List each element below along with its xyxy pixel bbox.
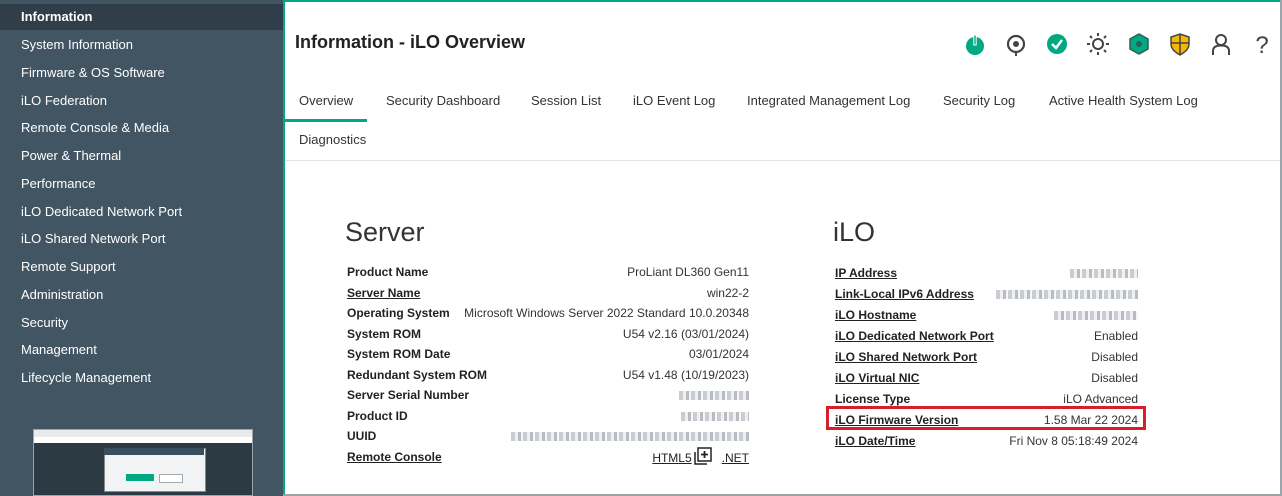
- overview-content: Server Product Name ProLiant DL360 Gen11…: [285, 161, 1280, 494]
- sidebar-item-power-thermal[interactable]: Power & Thermal: [0, 143, 283, 169]
- server-row-uuid: UUID: [347, 426, 749, 446]
- sidebar-item-remote-support[interactable]: Remote Support: [0, 254, 283, 280]
- row-label: Product ID: [347, 409, 408, 423]
- power-icon[interactable]: [960, 30, 990, 60]
- server-row-system-rom-date: System ROM Date 03/01/2024: [347, 344, 749, 364]
- row-value: Enabled: [1093, 329, 1138, 343]
- redacted-value: [1070, 263, 1138, 283]
- tab-security-log[interactable]: Security Log: [929, 82, 1029, 120]
- remote-console-thumbnail[interactable]: [33, 429, 253, 496]
- tab-session-list[interactable]: Session List: [517, 82, 615, 120]
- remote-console-link[interactable]: Remote Console: [347, 447, 442, 467]
- locate-icon[interactable]: [1001, 30, 1031, 60]
- server-row-operating-system: Operating System Microsoft Windows Serve…: [347, 303, 749, 323]
- tab-overview[interactable]: Overview: [285, 82, 368, 122]
- ilo-dedicated-network-port-link[interactable]: iLO Dedicated Network Port: [835, 326, 994, 346]
- row-label: System ROM: [347, 327, 422, 341]
- row-value: ProLiant DL360 Gen11: [627, 265, 749, 279]
- ip-address-link[interactable]: IP Address: [835, 263, 897, 283]
- server-row-server-name: Server Name win22-2: [347, 283, 749, 303]
- redacted-value: [679, 385, 749, 405]
- sidebar-item-ilo-dedicated-network-port[interactable]: iLO Dedicated Network Port: [0, 199, 283, 225]
- server-row-remote-console: Remote Console HTML5 .NET: [347, 447, 749, 467]
- row-label: Redundant System ROM: [347, 368, 488, 382]
- redacted-value: [1054, 305, 1138, 325]
- row-label: Product Name: [347, 265, 429, 279]
- sidebar-item-information[interactable]: Information: [0, 4, 283, 30]
- row-value: U54 v2.16 (03/01/2024): [622, 327, 749, 341]
- tab-ilo-event-log[interactable]: iLO Event Log: [619, 82, 729, 120]
- help-icon[interactable]: ?: [1247, 30, 1277, 60]
- server-row-system-rom: System ROM U54 v2.16 (03/01/2024): [347, 324, 749, 344]
- tab-active-health-system-log[interactable]: Active Health System Log: [1035, 82, 1212, 120]
- server-section-title: Server: [345, 217, 425, 247]
- row-label: Operating System: [347, 306, 450, 320]
- row-value: 03/01/2024: [688, 347, 749, 361]
- row-value: win22-2: [706, 286, 749, 300]
- row-value: Disabled: [1091, 350, 1138, 364]
- health-check-icon[interactable]: [1042, 30, 1072, 60]
- ilo-section-title: iLO: [833, 217, 876, 247]
- ilo-row-virtual-nic: iLO Virtual NIC Disabled: [835, 368, 1138, 388]
- security-shield-icon[interactable]: [1165, 30, 1195, 60]
- sidebar-item-administration[interactable]: Administration: [0, 282, 283, 308]
- ilo-hostname-link[interactable]: iLO Hostname: [835, 305, 916, 325]
- firmware-version-highlight: [826, 406, 1146, 430]
- redacted-value: [681, 406, 749, 426]
- row-value: Microsoft Windows Server 2022 Standard 1…: [464, 306, 749, 320]
- sidebar-item-ilo-federation[interactable]: iLO Federation: [0, 88, 283, 114]
- user-icon[interactable]: [1206, 30, 1236, 60]
- sidebar-item-system-information[interactable]: System Information: [0, 32, 283, 58]
- ilo-date-time-link[interactable]: iLO Date/Time: [835, 431, 915, 451]
- tab-bar: Overview Security Dashboard Session List…: [285, 82, 1280, 160]
- html5-console-link[interactable]: HTML5: [652, 451, 691, 465]
- ilo-shared-network-port-link[interactable]: iLO Shared Network Port: [835, 347, 977, 367]
- row-value: U54 v1.48 (10/19/2023): [622, 368, 749, 382]
- redacted-value: [511, 426, 749, 446]
- row-value: Disabled: [1091, 371, 1138, 385]
- sidebar-item-performance[interactable]: Performance: [0, 171, 283, 197]
- tab-integrated-management-log[interactable]: Integrated Management Log: [733, 82, 924, 120]
- sidebar-item-management[interactable]: Management: [0, 337, 283, 363]
- tab-diagnostics[interactable]: Diagnostics: [285, 121, 380, 159]
- ilo-row-shared-network-port: iLO Shared Network Port Disabled: [835, 347, 1138, 367]
- row-label: System ROM Date: [347, 347, 451, 361]
- sidebar-item-lifecycle-management[interactable]: Lifecycle Management: [0, 365, 283, 391]
- net-console-link[interactable]: .NET: [722, 451, 749, 465]
- remote-console-launchers: HTML5 .NET: [652, 447, 749, 471]
- hexagon-status-icon[interactable]: [1124, 30, 1154, 60]
- ilo-row-dedicated-network-port: iLO Dedicated Network Port Enabled: [835, 326, 1138, 346]
- uid-light-icon[interactable]: [1083, 30, 1113, 60]
- server-row-product-id: Product ID: [347, 406, 749, 426]
- ilo-row-link-local-ipv6: Link-Local IPv6 Address: [835, 284, 1138, 304]
- tab-security-dashboard[interactable]: Security Dashboard: [372, 82, 514, 120]
- sidebar-item-firmware-os-software[interactable]: Firmware & OS Software: [0, 60, 283, 86]
- ilo-row-ip-address: IP Address: [835, 263, 1138, 283]
- top-accent-line: [283, 0, 1282, 2]
- ilo-row-date-time: iLO Date/Time Fri Nov 8 05:18:49 2024: [835, 431, 1138, 451]
- redacted-value: [996, 284, 1138, 304]
- server-name-link[interactable]: Server Name: [347, 283, 420, 303]
- sidebar-item-remote-console-media[interactable]: Remote Console & Media: [0, 115, 283, 141]
- row-label: Server Serial Number: [347, 388, 470, 402]
- sidebar-item-security[interactable]: Security: [0, 310, 283, 336]
- page-title: Information - iLO Overview: [295, 32, 526, 52]
- launch-new-window-icon[interactable]: [693, 447, 712, 471]
- svg-text:?: ?: [1255, 32, 1268, 59]
- ilo-virtual-nic-link[interactable]: iLO Virtual NIC: [835, 368, 919, 388]
- server-row-product-name: Product Name ProLiant DL360 Gen11: [347, 262, 749, 282]
- sidebar-item-ilo-shared-network-port[interactable]: iLO Shared Network Port: [0, 226, 283, 252]
- link-local-ipv6-link[interactable]: Link-Local IPv6 Address: [835, 284, 974, 304]
- sidebar-nav: Information System Information Firmware …: [0, 0, 283, 496]
- server-row-serial-number: Server Serial Number: [347, 385, 749, 405]
- row-value: Fri Nov 8 05:18:49 2024: [1009, 434, 1138, 448]
- ilo-row-hostname: iLO Hostname: [835, 305, 1138, 325]
- server-row-redundant-system-rom: Redundant System ROM U54 v1.48 (10/19/20…: [347, 365, 749, 385]
- row-label: UUID: [347, 429, 377, 443]
